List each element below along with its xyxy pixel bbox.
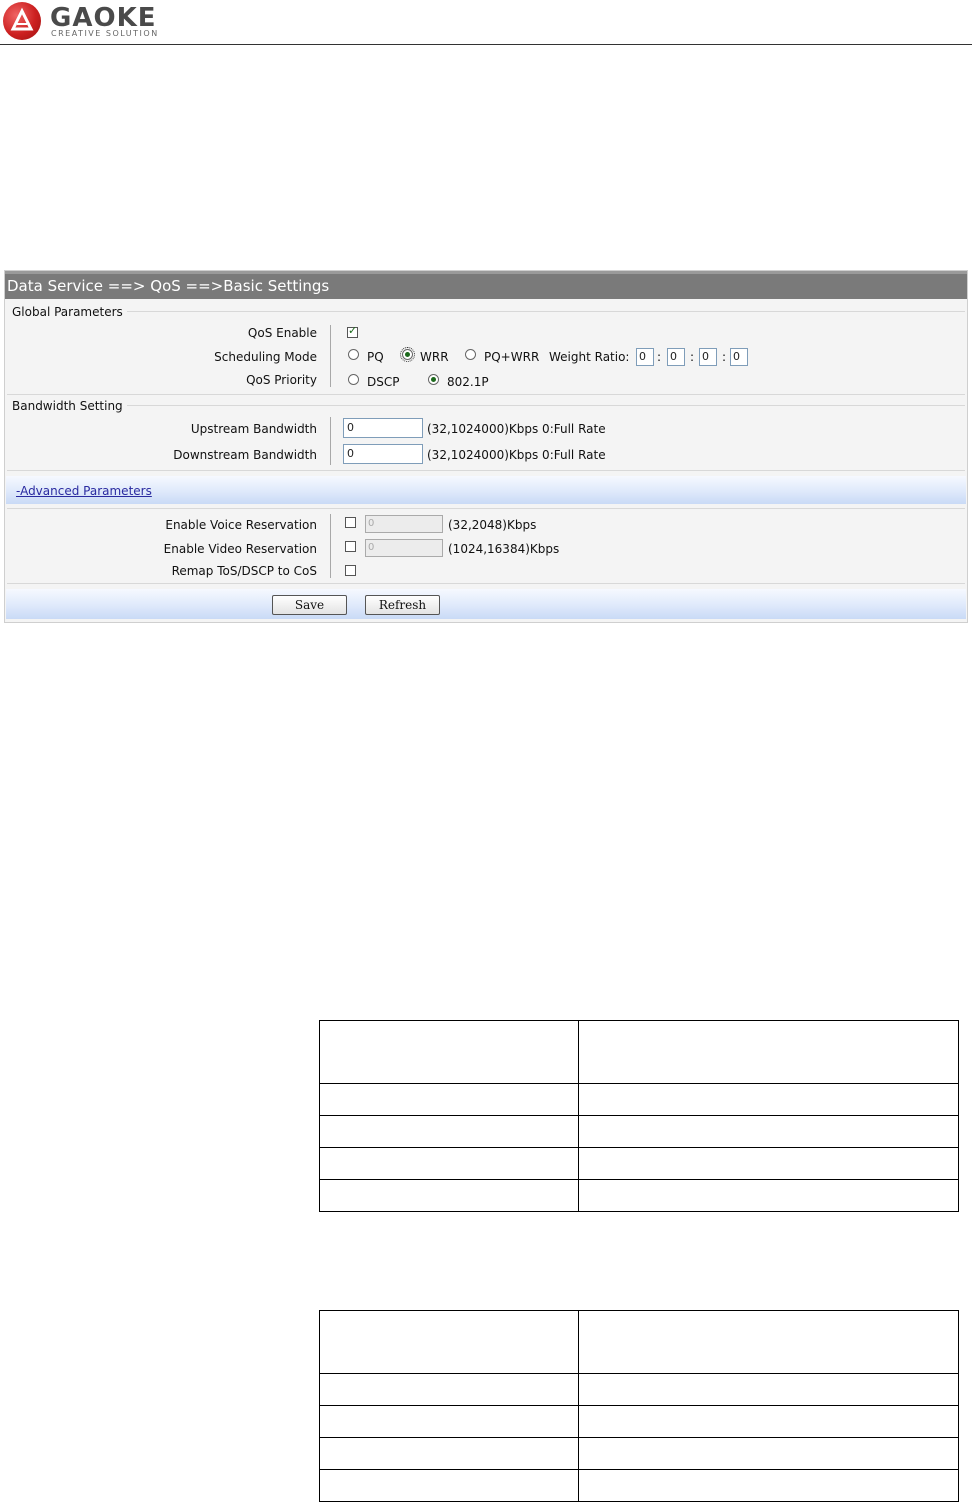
table-cell <box>319 1469 579 1502</box>
video-reservation-label: Enable Video Reservation <box>163 542 317 556</box>
table-cell <box>577 1373 960 1406</box>
document-table-1 <box>319 1020 960 1212</box>
weight-ratio-input-4[interactable]: 0 <box>730 348 748 366</box>
weight-ratio-input-1[interactable]: 0 <box>636 348 654 366</box>
upstream-bandwidth-input[interactable]: 0 <box>343 418 423 438</box>
table-row <box>319 1405 960 1438</box>
scheduling-pq-label: PQ <box>367 350 384 364</box>
section-divider <box>7 583 965 584</box>
table-cell <box>319 1310 579 1374</box>
priority-dscp-radio[interactable] <box>348 374 359 385</box>
table-row <box>319 1373 960 1406</box>
scheduling-pq-radio[interactable] <box>348 349 359 360</box>
table-cell <box>319 1179 579 1212</box>
field-divider <box>330 417 331 465</box>
table-cell <box>577 1083 960 1116</box>
weight-ratio-input-3[interactable]: 0 <box>699 348 717 366</box>
table-cell <box>577 1115 960 1148</box>
scheduling-wrr-radio[interactable] <box>400 347 415 362</box>
table-row <box>319 1083 960 1116</box>
section-divider <box>7 470 965 471</box>
section-global-parameters: Global Parameters <box>12 305 123 319</box>
table-cell <box>319 1020 579 1084</box>
section-divider <box>127 311 965 312</box>
table-cell <box>319 1147 579 1180</box>
table-cell <box>577 1437 960 1470</box>
field-divider <box>330 325 331 387</box>
scheduling-mode-label: Scheduling Mode <box>214 350 317 364</box>
qos-priority-label: QoS Priority <box>246 373 317 387</box>
section-divider <box>7 508 965 509</box>
table-cell <box>577 1469 960 1502</box>
ratio-separator: : <box>690 350 695 364</box>
table-row <box>319 1437 960 1470</box>
scheduling-pqwrr-radio[interactable] <box>465 349 476 360</box>
table-cell <box>319 1373 579 1406</box>
ratio-separator: : <box>657 350 662 364</box>
voice-reservation-label: Enable Voice Reservation <box>165 518 317 532</box>
remap-tos-label: Remap ToS/DSCP to CoS <box>171 564 317 578</box>
weight-ratio-label: Weight Ratio: <box>549 350 630 364</box>
document-table-2 <box>319 1310 960 1502</box>
voice-reservation-hint: (32,2048)Kbps <box>448 518 537 532</box>
table-header-row <box>319 1020 960 1084</box>
downstream-bandwidth-input[interactable]: 0 <box>343 444 423 464</box>
remap-tos-checkbox[interactable] <box>345 565 356 576</box>
table-cell <box>577 1179 960 1212</box>
video-reservation-checkbox[interactable] <box>345 541 356 552</box>
section-bandwidth-setting: Bandwidth Setting <box>12 399 123 413</box>
qos-enable-checkbox[interactable] <box>347 324 358 338</box>
table-cell <box>319 1437 579 1470</box>
save-button[interactable]: Save <box>272 595 347 615</box>
table-cell <box>577 1020 960 1084</box>
panel-title: Data Service ==> QoS ==>Basic Settings <box>5 271 967 299</box>
logo-tagline: CREATIVE SOLUTION <box>51 29 159 38</box>
table-row <box>319 1147 960 1180</box>
section-divider <box>7 394 965 395</box>
table-row <box>319 1469 960 1502</box>
table-cell <box>577 1310 960 1374</box>
video-reservation-input[interactable]: 0 <box>365 539 443 557</box>
weight-ratio-input-2[interactable]: 0 <box>667 348 685 366</box>
priority-8021p-radio[interactable] <box>428 374 439 385</box>
table-cell <box>319 1083 579 1116</box>
ratio-separator: : <box>722 350 727 364</box>
table-cell <box>577 1147 960 1180</box>
document-header: GAOKE CREATIVE SOLUTION <box>0 0 972 45</box>
table-cell <box>319 1405 579 1438</box>
scheduling-wrr-label: WRR <box>420 350 449 364</box>
voice-reservation-checkbox[interactable] <box>345 517 356 528</box>
qos-enable-label: QoS Enable <box>247 326 317 340</box>
table-row <box>319 1179 960 1212</box>
refresh-button[interactable]: Refresh <box>365 595 440 615</box>
logo-name: GAOKE <box>50 3 157 33</box>
advanced-parameters-link[interactable]: -Advanced Parameters <box>16 484 152 498</box>
qos-settings-panel: Data Service ==> QoS ==>Basic Settings G… <box>4 270 968 623</box>
advanced-parameters-bar: -Advanced Parameters <box>6 476 966 504</box>
downstream-bandwidth-hint: (32,1024000)Kbps 0:Full Rate <box>427 448 606 462</box>
downstream-bandwidth-label: Downstream Bandwidth <box>173 448 317 462</box>
field-divider <box>330 514 331 578</box>
table-cell <box>577 1405 960 1438</box>
scheduling-pqwrr-label: PQ+WRR <box>484 350 540 364</box>
logo-icon <box>3 2 41 40</box>
voice-reservation-input[interactable]: 0 <box>365 515 443 533</box>
priority-8021p-label: 802.1P <box>447 375 489 389</box>
button-bar: Save Refresh <box>6 589 966 619</box>
video-reservation-hint: (1024,16384)Kbps <box>448 542 560 556</box>
section-divider <box>127 405 965 406</box>
upstream-bandwidth-label: Upstream Bandwidth <box>190 422 317 436</box>
table-cell <box>319 1115 579 1148</box>
priority-dscp-label: DSCP <box>367 375 400 389</box>
table-row <box>319 1115 960 1148</box>
upstream-bandwidth-hint: (32,1024000)Kbps 0:Full Rate <box>427 422 606 436</box>
table-header-row <box>319 1310 960 1374</box>
